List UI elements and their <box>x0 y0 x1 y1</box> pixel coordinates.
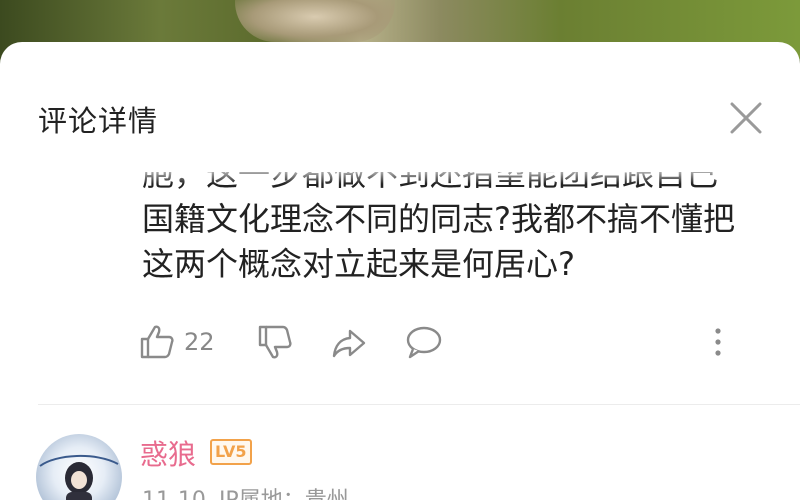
share-icon <box>332 329 366 358</box>
close-icon <box>730 102 762 134</box>
comment-text: 胞，这一步都做不到还指望能团结跟自己 国籍文化理念不同的同志?我都不搞不懂把 这… <box>142 172 772 287</box>
divider <box>38 404 800 405</box>
avatar[interactable] <box>36 434 122 500</box>
scroll-fade <box>0 160 800 184</box>
comment-detail-sheet: 评论详情 胞，这一步都做不到还指望能团结跟自己 国籍文化理念不同的同志?我都不搞… <box>0 42 800 500</box>
comment-body: 胞，这一步都做不到还指望能团结跟自己 国籍文化理念不同的同志?我都不搞不懂把 这… <box>0 172 800 342</box>
level-badge: LV5 <box>210 439 252 465</box>
comment-line: 这两个概念对立起来是何居心? <box>142 245 575 283</box>
comment-line: 国籍文化理念不同的同志?我都不搞不懂把 <box>142 200 735 238</box>
reply-icon <box>406 326 442 359</box>
dislike-button[interactable] <box>256 320 294 364</box>
reply-date: 11-10 <box>142 488 206 500</box>
video-background-figure <box>235 0 395 42</box>
thumbs-down-icon <box>258 325 292 359</box>
ip-location: 贵州 <box>305 488 349 500</box>
like-count: 22 <box>184 328 215 356</box>
comment-actions: 22 <box>0 320 800 370</box>
like-button[interactable]: 22 <box>138 320 215 364</box>
page-title: 评论详情 <box>38 104 159 138</box>
reply-meta: 11-10 IP属地：贵州 <box>142 482 349 500</box>
share-button[interactable] <box>330 320 368 364</box>
close-button[interactable] <box>726 98 766 138</box>
more-icon <box>715 328 721 356</box>
thumbs-up-icon <box>140 325 174 359</box>
reply-username[interactable]: 惑狼 <box>140 433 196 473</box>
more-options-button[interactable] <box>708 320 728 364</box>
ip-label: IP属地： <box>219 488 305 500</box>
avatar-image <box>39 455 119 500</box>
reply-button[interactable] <box>404 320 444 364</box>
